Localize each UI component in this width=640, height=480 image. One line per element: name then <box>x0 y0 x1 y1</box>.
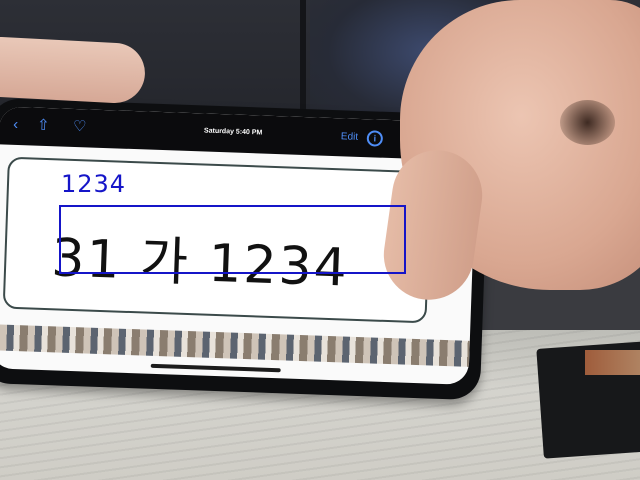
share-icon[interactable]: ⇧ <box>37 117 50 134</box>
heart-icon[interactable]: ♡ <box>73 118 87 135</box>
detection-bounding-box <box>59 205 406 274</box>
device-light <box>585 350 640 375</box>
left-finger <box>0 35 147 105</box>
chevron-left-icon[interactable]: ‹ <box>13 116 19 133</box>
detection-label: 1234 <box>61 170 127 198</box>
edit-button[interactable]: Edit <box>341 131 359 143</box>
finger-stain <box>560 100 615 145</box>
thumbnail-strip[interactable] <box>0 324 470 367</box>
info-icon[interactable]: i <box>366 130 384 147</box>
home-indicator <box>150 363 281 373</box>
photo-scene: ‹ ⇧ ♡ Saturday 5:40 PM Edit i 31 가 1234 … <box>0 0 640 480</box>
photo-timestamp: Saturday 5:40 PM <box>203 127 263 137</box>
